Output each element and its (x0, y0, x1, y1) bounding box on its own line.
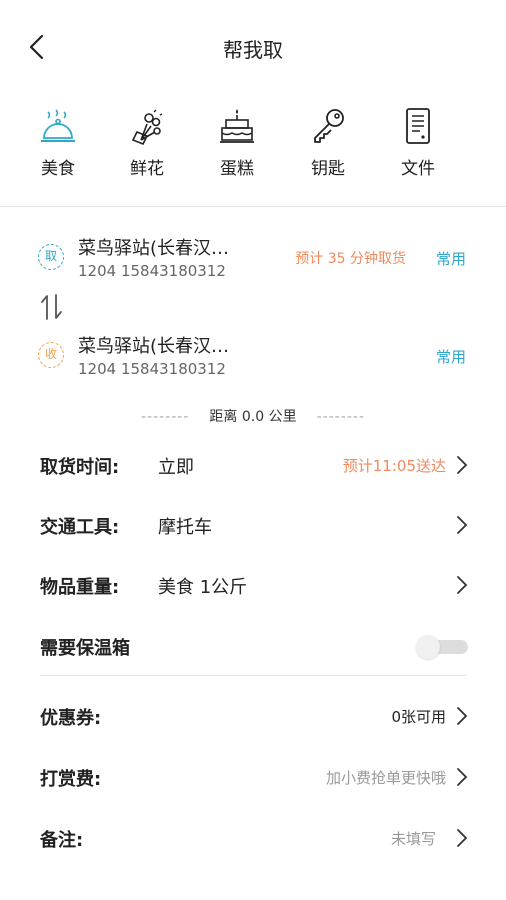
chevron-right-icon (457, 768, 468, 786)
coupon-value: 0张可用 (391, 708, 446, 726)
weight-value: 美食 1公斤 (158, 577, 248, 598)
page-title: 帮我取 (223, 38, 283, 62)
category-tabs: 美食 鲜花 蛋糕 钥匙 文件 (0, 106, 506, 186)
row-remark[interactable]: 备注: 未填写 (40, 818, 470, 858)
chevron-right-icon (457, 829, 468, 847)
row-tip[interactable]: 打赏费: 加小费抢单更快哦 (40, 757, 470, 797)
key-icon (314, 109, 344, 143)
dropoff-common-button[interactable]: 常用 (436, 346, 466, 367)
dash-line-left: -------- (140, 409, 190, 425)
category-label: 文件 (401, 159, 435, 179)
pickup-eta: 预计 35 分钟取货 (295, 251, 406, 267)
divider (40, 675, 466, 676)
dash-line-right: -------- (316, 409, 365, 425)
warm-box-toggle[interactable] (416, 634, 470, 659)
transport-label: 交通工具: (40, 517, 120, 538)
delivery-eta: 预计11:05送达 (342, 457, 446, 475)
pickup-phone: 1204 15843180312 (78, 262, 226, 280)
tip-hint: 加小费抢单更快哦 (325, 769, 446, 787)
distance-info: -------- 距离 0.0 公里 -------- (0, 406, 506, 426)
distance-text: 距离 0.0 公里 (209, 409, 297, 425)
row-coupon[interactable]: 优惠券: 0张可用 (40, 696, 470, 736)
coupon-label: 优惠券: (40, 708, 102, 729)
divider (0, 206, 506, 207)
chevron-right-icon (457, 576, 468, 594)
cake-icon (220, 109, 254, 143)
dropoff-badge: 收 (38, 342, 64, 368)
document-icon (406, 108, 430, 144)
pickup-badge: 取 (38, 244, 64, 270)
row-pickup-time[interactable]: 取货时间: 立即 预计11:05送达 (40, 445, 470, 485)
pickup-address[interactable]: 取 菜鸟驿站(长春汉… 1204 15843180312 预计 35 分钟取货 … (38, 234, 478, 284)
category-label: 钥匙 (311, 159, 345, 179)
category-food[interactable]: 美食 (30, 106, 86, 179)
row-weight[interactable]: 物品重量: 美食 1公斤 (40, 565, 470, 605)
category-key[interactable]: 钥匙 (300, 106, 356, 179)
chevron-right-icon (457, 707, 468, 725)
chevron-right-icon (457, 456, 468, 474)
weight-label: 物品重量: (40, 577, 120, 598)
pickup-name: 菜鸟驿站(长春汉… (78, 238, 230, 259)
transport-value: 摩托车 (158, 517, 212, 538)
header-bar: 帮我取 (0, 0, 506, 96)
chevron-right-icon (457, 516, 468, 534)
dropoff-name: 菜鸟驿站(长春汉… (78, 336, 230, 357)
warm-box-label: 需要保温箱 (40, 638, 130, 659)
category-document[interactable]: 文件 (390, 106, 446, 179)
food-cover-icon (41, 109, 75, 142)
remark-label: 备注: (40, 830, 84, 851)
swap-arrows-icon[interactable] (40, 293, 64, 321)
dropoff-address[interactable]: 收 菜鸟驿站(长春汉… 1204 15843180312 常用 (38, 332, 478, 382)
dropoff-phone: 1204 15843180312 (78, 360, 226, 378)
category-label: 鲜花 (130, 159, 164, 179)
category-flower[interactable]: 鲜花 (119, 106, 175, 179)
remark-value: 未填写 (390, 830, 436, 848)
category-label: 蛋糕 (220, 159, 254, 179)
category-cake[interactable]: 蛋糕 (209, 106, 265, 179)
pickup-time-label: 取货时间: (40, 457, 120, 478)
category-label: 美食 (41, 159, 75, 179)
row-transport[interactable]: 交通工具: 摩托车 (40, 505, 470, 545)
pickup-time-value: 立即 (158, 457, 194, 478)
flower-bouquet-icon (131, 109, 163, 146)
pickup-common-button[interactable]: 常用 (436, 248, 466, 269)
row-warm-box: 需要保温箱 (40, 626, 470, 666)
tip-label: 打赏费: (40, 769, 102, 790)
toggle-knob (416, 635, 440, 659)
